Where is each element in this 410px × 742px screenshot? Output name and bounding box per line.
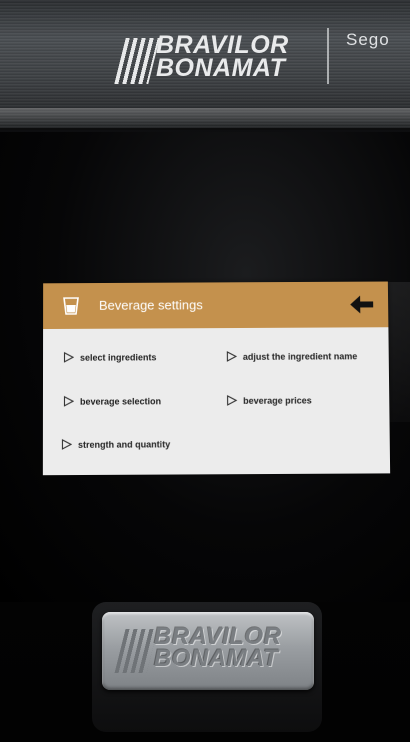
- header-shine: [0, 108, 410, 128]
- coffee-machine-front: BRAVILOR BONAMAT Sego Beverage settings …: [0, 0, 410, 742]
- play-triangle-icon: [63, 352, 75, 363]
- play-triangle-icon: [63, 395, 74, 407]
- model-name: Sego: [346, 30, 390, 49]
- screen-titlebar: Beverage settings: [43, 281, 389, 330]
- option-label: adjust the ingredient name: [242, 350, 358, 362]
- option-label: beverage selection: [79, 395, 162, 407]
- play-triangle-icon: [227, 351, 237, 362]
- nameplate-brand: BRAVILOR BONAMAT: [154, 625, 282, 672]
- nameplate-logo: BRAVILOR BONAMAT: [114, 625, 300, 678]
- nameplate: BRAVILOR BONAMAT: [102, 612, 314, 690]
- screen-title: Beverage settings: [98, 297, 203, 313]
- option-strength-and-quantity[interactable]: strength and quantity: [61, 438, 170, 450]
- brand-name: BRAVILOR BONAMAT: [156, 33, 289, 82]
- brand-line-2: BONAMAT: [156, 54, 286, 82]
- machine-header: BRAVILOR BONAMAT Sego: [0, 0, 410, 130]
- option-label: select ingredients: [79, 351, 157, 363]
- cup-icon: [63, 298, 80, 315]
- option-label: beverage prices: [243, 395, 312, 406]
- brand-logo: BRAVILOR BONAMAT: [114, 33, 310, 86]
- option-adjust-ingredient-name[interactable]: adjust the ingredient name: [226, 350, 358, 362]
- play-triangle-icon: [61, 439, 72, 450]
- play-triangle-icon: [226, 394, 238, 406]
- option-label: strength and quantity: [77, 438, 171, 450]
- nameplate-line-2: BONAMAT: [154, 645, 279, 672]
- option-beverage-prices[interactable]: beverage prices: [226, 394, 312, 406]
- option-beverage-selection[interactable]: beverage selection: [63, 395, 161, 407]
- touchscreen: Beverage settings select ingredients adj…: [42, 281, 391, 476]
- header-divider: [327, 28, 329, 84]
- back-arrow-icon[interactable]: [348, 292, 376, 318]
- logo-bars-icon: [114, 38, 160, 84]
- nameplate-bars-icon: [114, 629, 158, 673]
- option-select-ingredients[interactable]: select ingredients: [63, 351, 157, 363]
